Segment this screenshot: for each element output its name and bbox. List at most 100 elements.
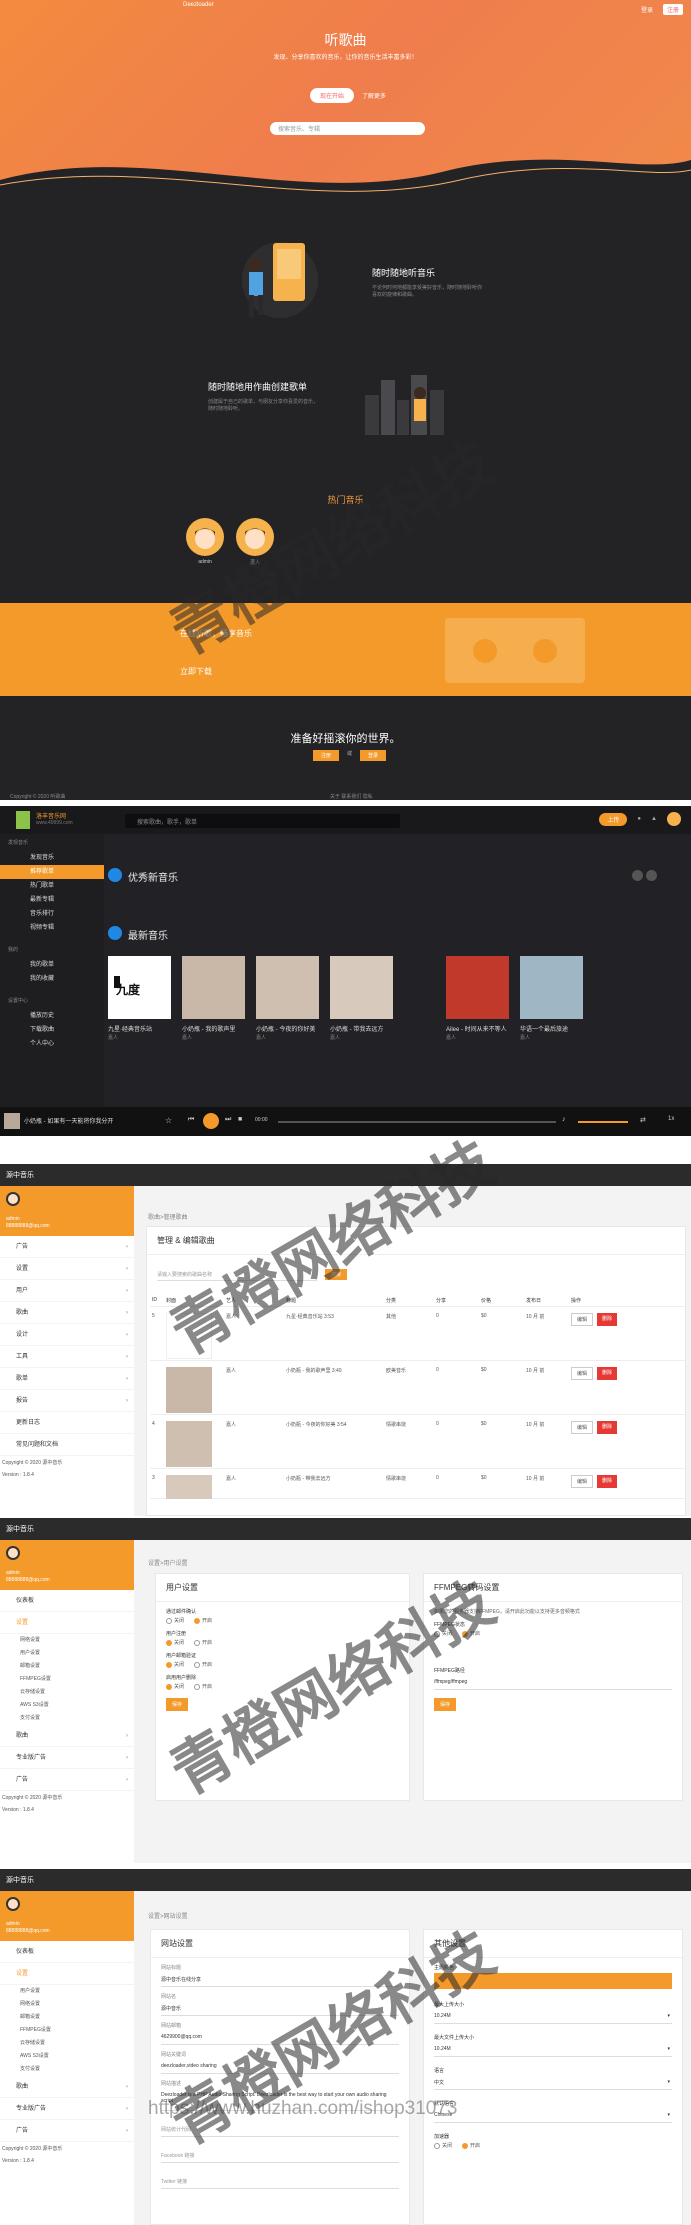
radio-option[interactable]: 开启 bbox=[462, 2142, 480, 2149]
cell-title[interactable]: 小奶瓶 - 我的歌声里 3:40 bbox=[284, 1367, 384, 1374]
song-title[interactable]: 九星·经典音乐站 bbox=[108, 1024, 171, 1033]
song-cover[interactable] bbox=[330, 956, 393, 1019]
radio-option[interactable]: 开启 bbox=[194, 1639, 212, 1646]
progress-slider[interactable] bbox=[278, 1121, 556, 1123]
sidebar-item[interactable]: 个人中心 bbox=[0, 1037, 104, 1051]
next-arrow-icon[interactable] bbox=[646, 870, 657, 881]
admin-avatar[interactable] bbox=[6, 1897, 20, 1911]
player-search-input[interactable]: 搜索歌曲，歌手，歌单 bbox=[125, 814, 400, 828]
menu-item[interactable]: 歌单 › bbox=[0, 1368, 134, 1390]
hero-search-input[interactable]: 搜索音乐、专辑 bbox=[270, 122, 425, 135]
song-cover[interactable] bbox=[520, 956, 583, 1019]
cell-artist[interactable]: 嘉人 bbox=[224, 1367, 284, 1374]
menu-item[interactable]: 工具 › bbox=[0, 1346, 134, 1368]
max-upload-select[interactable]: 10.24M ▾ bbox=[434, 2010, 672, 2024]
learn-more-link[interactable]: 了解更多 bbox=[362, 91, 386, 100]
upload-button[interactable]: 上传 bbox=[599, 812, 628, 826]
menu-item[interactable]: 常见问题和文档 bbox=[0, 1434, 134, 1456]
song-cover[interactable] bbox=[182, 956, 245, 1019]
song-title[interactable]: Ailee - 时间从来不等人 bbox=[446, 1024, 509, 1033]
sidebar-item[interactable]: 热门歌单 bbox=[0, 879, 104, 893]
next-icon[interactable]: ⏭ bbox=[225, 1116, 231, 1124]
submenu-item[interactable]: 邮箱设置 bbox=[0, 1660, 134, 1673]
song-title[interactable]: 小奶瓶 - 今夜的你好美 bbox=[256, 1024, 319, 1033]
menu-item-dashboard[interactable]: 仪表板 bbox=[0, 1590, 134, 1612]
radio-option[interactable]: 开启 bbox=[194, 1683, 212, 1690]
delete-button[interactable]: 删除 bbox=[597, 1313, 618, 1326]
prev-arrow-icon[interactable] bbox=[632, 870, 643, 881]
song-artist[interactable]: 嘉人 bbox=[108, 1034, 118, 1041]
submenu-item[interactable]: FFMPEG设置 bbox=[0, 2024, 134, 2037]
sidebar-item[interactable]: 最新专辑 bbox=[0, 893, 104, 907]
menu-item[interactable]: 报告 › bbox=[0, 1390, 134, 1412]
sidebar-item[interactable]: 音乐排行 bbox=[0, 907, 104, 921]
menu-item[interactable]: 专业版广告 › bbox=[0, 2098, 134, 2120]
radio-option[interactable]: 开启 bbox=[462, 1630, 480, 1637]
submenu-item-active[interactable]: 网络设置 bbox=[0, 1998, 134, 2011]
volume-icon[interactable]: ♪ bbox=[562, 1116, 566, 1123]
sidebar-item[interactable]: 我的歌单 bbox=[0, 958, 104, 972]
radio-option[interactable]: 关闭 bbox=[166, 1683, 184, 1690]
shuffle-icon[interactable]: ⇄ bbox=[640, 1116, 646, 1124]
cell-artist[interactable]: 嘉人 bbox=[224, 1313, 284, 1320]
site-title-input[interactable]: 源中音乐在线分享 bbox=[161, 1973, 399, 1987]
menu-item[interactable]: 广告 › bbox=[0, 1236, 134, 1258]
radio-option[interactable]: 开启 bbox=[194, 1661, 212, 1668]
song-title[interactable]: 小奶瓶 - 我的歌声里 bbox=[182, 1024, 245, 1033]
menu-item[interactable]: 广告 › bbox=[0, 2120, 134, 2142]
radio-option[interactable]: 关闭 bbox=[166, 1639, 184, 1646]
menu-item-settings[interactable]: 设置 bbox=[0, 1963, 134, 1985]
chat-icon[interactable]: ● bbox=[637, 816, 641, 822]
sidebar-item[interactable]: 发现音乐 bbox=[0, 851, 104, 865]
admin-avatar[interactable] bbox=[6, 1546, 20, 1560]
cell-artist[interactable]: 嘉人 bbox=[224, 1421, 284, 1428]
sidebar-item[interactable]: 播放历史 bbox=[0, 1009, 104, 1023]
submenu-item[interactable]: 云存储设置 bbox=[0, 2037, 134, 2050]
submenu-item[interactable]: 支付设置 bbox=[0, 1712, 134, 1725]
landing-footer-links[interactable]: 关于 联系我们 隐私 bbox=[330, 793, 373, 800]
menu-item[interactable]: 歌曲 › bbox=[0, 1725, 134, 1747]
sidebar-item[interactable]: 我的收藏 bbox=[0, 972, 104, 986]
submenu-item[interactable]: AWS S3设置 bbox=[0, 2050, 134, 2063]
artist-avatar[interactable] bbox=[186, 518, 224, 556]
promo-line[interactable]: 立即下载 bbox=[180, 666, 212, 677]
menu-item[interactable]: 设计 › bbox=[0, 1324, 134, 1346]
submenu-item[interactable]: 用户设置 bbox=[0, 1647, 134, 1660]
player-logo-icon[interactable] bbox=[16, 811, 30, 829]
cta-register-button[interactable]: 注册 bbox=[313, 750, 340, 761]
twitter-link-input[interactable]: Twitter 链接 bbox=[161, 2175, 399, 2189]
delete-button[interactable]: 删除 bbox=[597, 1475, 618, 1488]
save-button[interactable]: 保存 bbox=[166, 1698, 189, 1711]
menu-item[interactable]: 更新日志 bbox=[0, 1412, 134, 1434]
site-email-input[interactable]: 4629900@qq.com bbox=[161, 2031, 399, 2045]
song-thumb[interactable] bbox=[166, 1367, 212, 1413]
song-title[interactable]: 小奶瓶 - 带我去远方 bbox=[330, 1024, 393, 1033]
artist-avatar[interactable] bbox=[236, 518, 274, 556]
user-avatar[interactable] bbox=[667, 812, 681, 826]
song-artist[interactable]: 嘉人 bbox=[446, 1034, 456, 1041]
edit-button[interactable]: 编辑 bbox=[571, 1367, 594, 1380]
song-search-input[interactable]: 请输入要搜索的歌曲名称 bbox=[157, 1267, 317, 1281]
song-artist[interactable]: 嘉人 bbox=[256, 1034, 266, 1041]
brand-logo[interactable]: Deezloader bbox=[183, 2, 214, 8]
menu-item[interactable]: 歌曲 › bbox=[0, 2076, 134, 2098]
sidebar-item-active[interactable]: 推荐歌单 bbox=[0, 865, 104, 879]
song-title[interactable]: 华语一个最后旅途 bbox=[520, 1024, 583, 1033]
start-button[interactable]: 现在开始 bbox=[310, 88, 355, 103]
stop-icon[interactable]: ■ bbox=[238, 1116, 242, 1123]
speed-control[interactable]: 1x bbox=[668, 1116, 674, 1122]
submenu-item[interactable]: 网络设置 bbox=[0, 1634, 134, 1647]
submenu-item[interactable]: FFMPEG设置 bbox=[0, 1673, 134, 1686]
sidebar-item[interactable]: 视频专辑 bbox=[0, 921, 104, 935]
facebook-link-input[interactable]: Facebook 链接 bbox=[161, 2149, 399, 2163]
bell-icon[interactable]: ▲ bbox=[651, 816, 657, 822]
language-select[interactable]: 中文 ▾ bbox=[434, 2076, 672, 2090]
submenu-item[interactable]: 邮箱设置 bbox=[0, 2011, 134, 2024]
admin-avatar[interactable] bbox=[6, 1192, 20, 1206]
submenu-item[interactable]: 支付设置 bbox=[0, 2063, 134, 2076]
login-link[interactable]: 登录 bbox=[637, 4, 657, 15]
edit-button[interactable]: 编辑 bbox=[571, 1313, 594, 1326]
menu-item[interactable]: 专业版广告 › bbox=[0, 1747, 134, 1769]
volume-slider[interactable] bbox=[578, 1121, 628, 1123]
search-button[interactable]: 搜索 bbox=[325, 1269, 348, 1280]
